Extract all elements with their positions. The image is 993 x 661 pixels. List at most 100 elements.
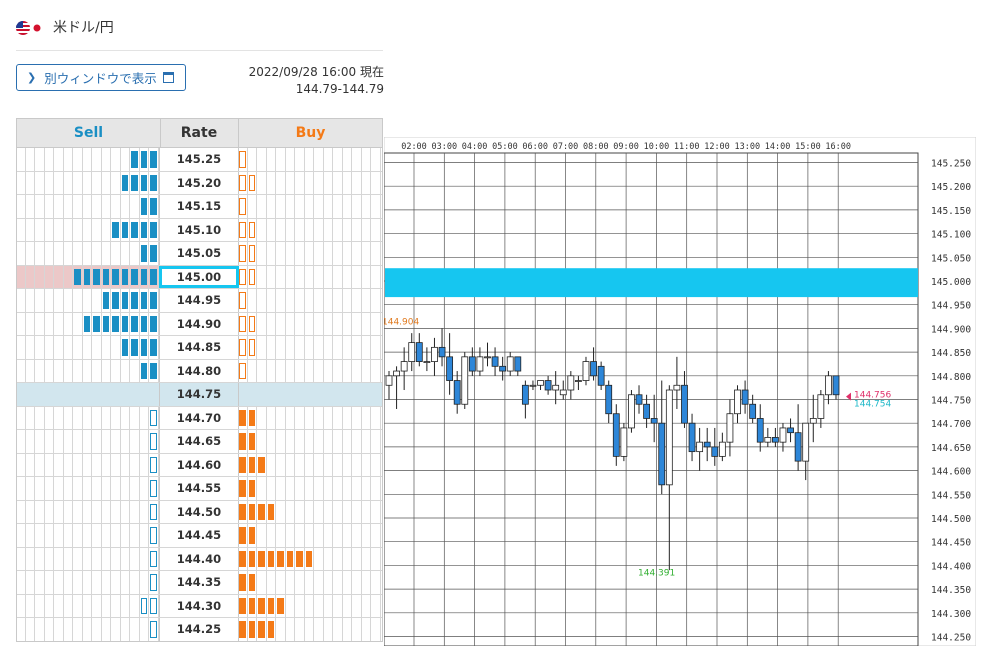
grid-cell <box>92 148 102 171</box>
x-tick-label: 09:00 <box>613 142 639 152</box>
sell-volume-bar <box>140 289 150 312</box>
rate-label: 145.00 <box>159 265 239 288</box>
grid-cell <box>343 265 353 288</box>
grid-cell <box>286 336 296 359</box>
buy-volume-bar <box>238 148 248 171</box>
buy-volume-bar <box>248 477 258 500</box>
grid-cell <box>45 242 55 265</box>
buy-volume-bar <box>248 594 258 617</box>
grid-cell <box>324 618 334 641</box>
sell-volume-bar <box>149 594 159 617</box>
grid-cell <box>54 265 64 288</box>
grid-cell <box>102 571 112 594</box>
grid-cell <box>286 453 296 476</box>
grid-cell <box>102 359 112 382</box>
header-divider <box>16 50 383 51</box>
sell-volume-bar <box>149 289 159 312</box>
grid-cell <box>257 430 267 453</box>
grid-cell <box>26 571 36 594</box>
buy-volume-bar <box>248 312 258 335</box>
buy-volume-bar <box>238 571 248 594</box>
buy-volume-bar <box>286 547 296 570</box>
grid-cell <box>54 500 64 523</box>
grid-cell <box>324 430 334 453</box>
x-tick-label: 16:00 <box>825 142 851 152</box>
grid-cell <box>314 453 324 476</box>
grid-cell <box>92 500 102 523</box>
grid-cell <box>16 430 26 453</box>
grid-cell <box>352 524 362 547</box>
grid-cell <box>257 218 267 241</box>
grid-cell <box>324 524 334 547</box>
grid-cell <box>352 547 362 570</box>
grid-cell <box>257 571 267 594</box>
grid-cell <box>257 359 267 382</box>
grid-cell <box>35 594 45 617</box>
candle-body <box>832 375 840 396</box>
grid-cell <box>324 571 334 594</box>
grid-cell <box>26 359 36 382</box>
rate-label: 145.10 <box>159 218 239 241</box>
grid-cell <box>73 618 83 641</box>
sell-volume-bar <box>130 312 140 335</box>
grid-cell <box>102 430 112 453</box>
grid-cell <box>121 242 131 265</box>
grid-cell <box>343 500 353 523</box>
grid-cell <box>314 618 324 641</box>
rate-label: 145.05 <box>159 242 239 265</box>
candle-body <box>650 418 658 424</box>
open-new-window-button[interactable]: ❯ 別ウィンドウで表示 <box>16 64 186 91</box>
buy-volume-bar <box>267 500 277 523</box>
grid-cell <box>267 195 277 218</box>
grid-cell <box>92 195 102 218</box>
grid-cell <box>26 218 36 241</box>
candle-body <box>408 342 416 362</box>
grid-cell <box>26 547 36 570</box>
rate-label: 144.95 <box>159 289 239 312</box>
grid-cell <box>26 524 36 547</box>
grid-cell <box>267 524 277 547</box>
buy-volume-bar <box>257 618 267 641</box>
buy-volume-bar <box>248 430 258 453</box>
grid-cell <box>257 289 267 312</box>
grid-cell <box>111 594 121 617</box>
sell-volume-bar <box>140 359 150 382</box>
grid-cell <box>324 289 334 312</box>
grid-cell <box>16 336 26 359</box>
grid-cell <box>362 594 372 617</box>
grid-cell <box>83 195 93 218</box>
order-book-row: 145.15 <box>16 195 383 219</box>
grid-cell <box>295 453 305 476</box>
grid-cell <box>362 336 372 359</box>
grid-cell <box>111 524 121 547</box>
x-tick-label: 04:00 <box>462 142 488 152</box>
sell-volume-bar <box>149 148 159 171</box>
grid-cell <box>111 571 121 594</box>
candle-body <box>438 346 446 358</box>
grid-cell <box>314 312 324 335</box>
grid-cell <box>362 477 372 500</box>
grid-cell <box>45 547 55 570</box>
y-tick-label: 145.200 <box>931 182 971 193</box>
buy-volume-bar <box>248 453 258 476</box>
grid-cell <box>35 195 45 218</box>
grid-cell <box>362 500 372 523</box>
buy-volume-bar <box>238 171 248 194</box>
candle-body <box>468 356 476 372</box>
grid-cell <box>295 524 305 547</box>
grid-cell <box>121 430 131 453</box>
grid-cell <box>45 171 55 194</box>
sell-volume-bar <box>130 171 140 194</box>
rate-label: 145.25 <box>159 148 239 171</box>
sell-volume-bar <box>130 218 140 241</box>
grid-cell <box>248 195 258 218</box>
buy-volume-bar <box>238 430 248 453</box>
grid-cell <box>276 336 286 359</box>
chevron-right-icon: ❯ <box>27 71 37 84</box>
grid-cell <box>73 477 83 500</box>
grid-cell <box>305 218 315 241</box>
grid-cell <box>295 571 305 594</box>
grid-cell <box>371 195 381 218</box>
x-tick-label: 13:00 <box>735 142 761 152</box>
window-icon <box>162 72 174 83</box>
